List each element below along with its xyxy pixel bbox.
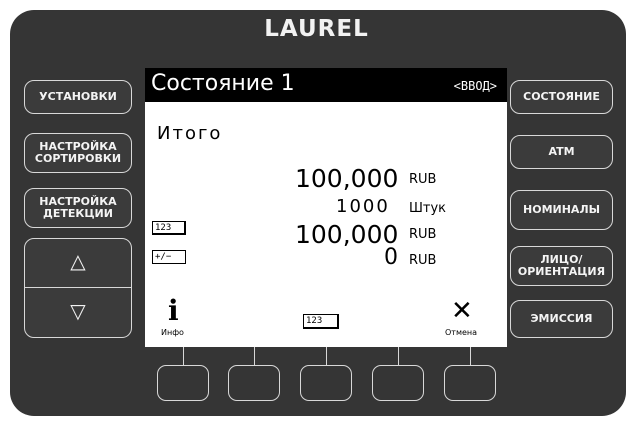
atm-button-label: ATM: [548, 145, 575, 158]
function-key-4-stem: [398, 347, 399, 365]
detection-settings-label-line2: ДЕТЕКЦИИ: [43, 207, 113, 220]
lcd-screen: Состояние 1 <ВВОД> Итого 100,000 RUB 100…: [145, 68, 507, 347]
emission-button[interactable]: ЭМИССИЯ: [510, 300, 613, 338]
info-icon[interactable]: i: [168, 294, 179, 327]
arrow-keys: △ ▽: [24, 238, 132, 338]
status-button-label: СОСТОЯНИЕ: [523, 90, 600, 103]
bundle-currency: RUB: [409, 227, 437, 242]
function-key-4[interactable]: [372, 365, 424, 401]
brand-logo: LAUREL: [264, 16, 369, 42]
input-tag: <ВВОД>: [453, 79, 497, 93]
function-key-1[interactable]: [157, 365, 209, 401]
note-count: 1000: [336, 196, 390, 217]
detection-settings-button[interactable]: НАСТРОЙКА ДЕТЕКЦИИ: [24, 188, 132, 228]
difference-icon: +/−: [152, 250, 186, 264]
bundle-icon: 123: [152, 221, 186, 235]
sorting-settings-button[interactable]: НАСТРОЙКА СОРТИРОВКИ: [24, 133, 132, 173]
difference-currency: RUB: [409, 253, 437, 268]
screen-title-bar: Состояние 1 <ВВОД>: [145, 68, 507, 102]
function-key-3-stem: [326, 347, 327, 365]
status-button[interactable]: СОСТОЯНИЕ: [510, 80, 613, 114]
face-orientation-label-line2: ОРИЕНТАЦИЯ: [517, 265, 606, 278]
function-key-2[interactable]: [228, 365, 280, 401]
up-arrow-button[interactable]: △: [25, 249, 131, 273]
function-key-3[interactable]: [300, 365, 352, 401]
settings-button-label: УСТАНОВКИ: [39, 90, 117, 103]
count-unit: Штук: [409, 201, 447, 216]
face-orientation-button[interactable]: ЛИЦО/ ОРИЕНТАЦИЯ: [510, 246, 613, 286]
total-label: Итого: [157, 123, 223, 144]
down-arrow-button[interactable]: ▽: [25, 299, 131, 323]
cancel-icon[interactable]: ✕: [451, 296, 473, 326]
bundle-center-icon: 123: [303, 314, 339, 329]
total-currency: RUB: [409, 172, 437, 187]
atm-button[interactable]: ATM: [510, 135, 613, 169]
bundle-amount: 100,000: [295, 220, 399, 249]
info-label: Инфо: [161, 328, 184, 337]
denominations-button-label: НОМИНАЛЫ: [523, 203, 600, 216]
screen-title: Состояние 1: [151, 71, 295, 96]
function-key-1-stem: [183, 347, 184, 365]
function-key-5-stem: [470, 347, 471, 365]
sorting-settings-label-line2: СОРТИРОВКИ: [34, 152, 122, 165]
emission-button-label: ЭМИССИЯ: [530, 312, 593, 325]
difference-amount: 0: [384, 245, 398, 270]
function-key-2-stem: [254, 347, 255, 365]
function-key-5[interactable]: [444, 365, 496, 401]
cancel-label: Отмена: [445, 328, 478, 337]
total-amount: 100,000: [295, 164, 399, 193]
settings-button[interactable]: УСТАНОВКИ: [24, 80, 132, 114]
denominations-button[interactable]: НОМИНАЛЫ: [510, 190, 613, 230]
arrow-divider: [25, 287, 131, 288]
